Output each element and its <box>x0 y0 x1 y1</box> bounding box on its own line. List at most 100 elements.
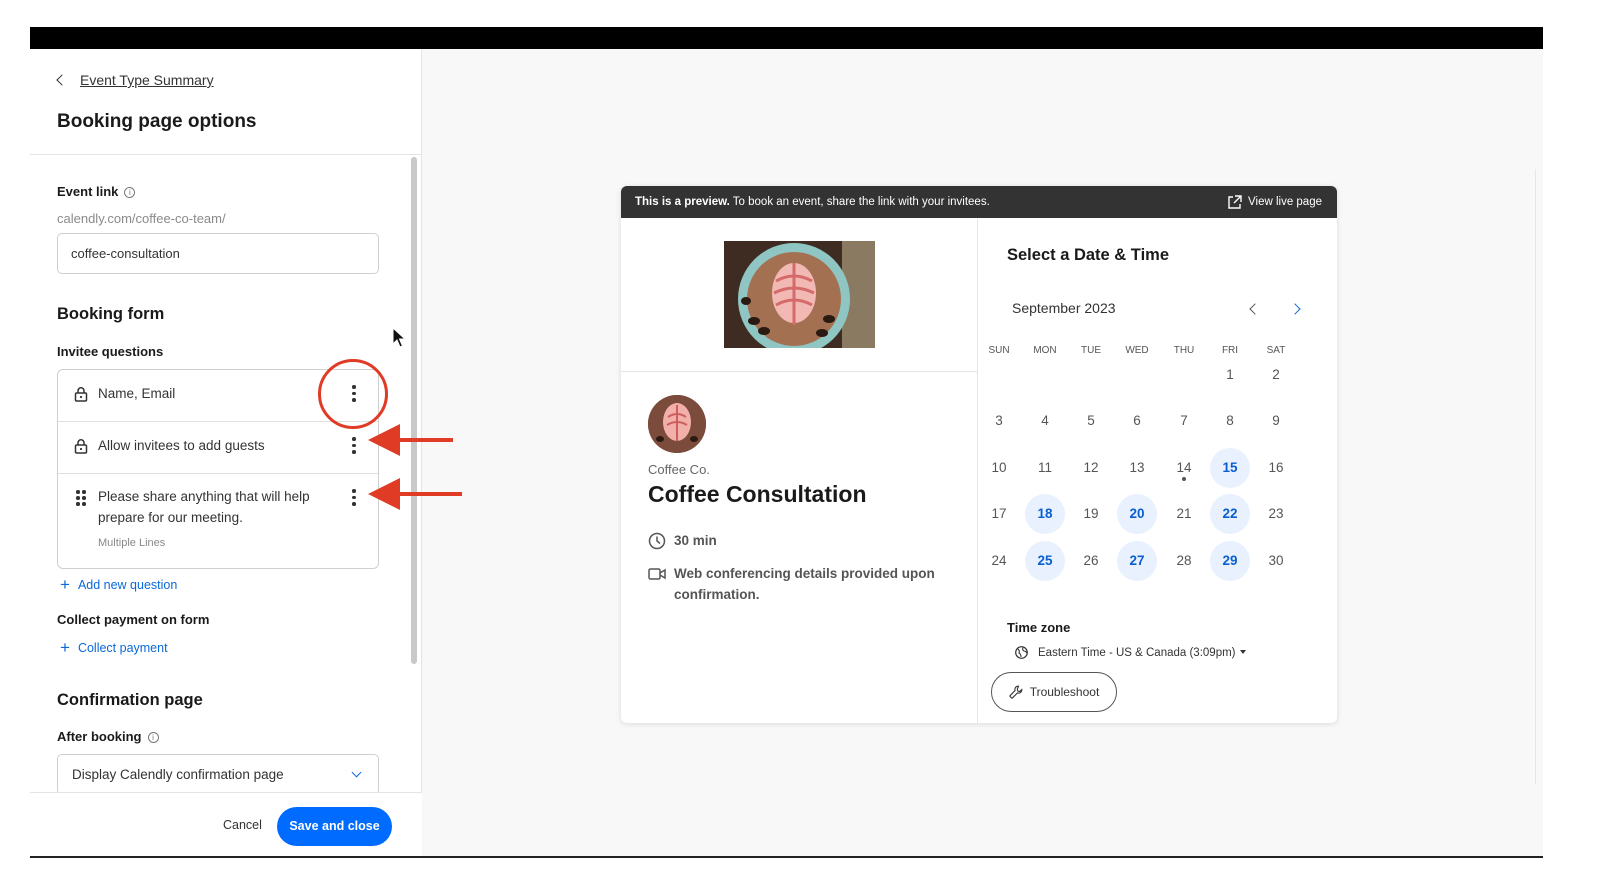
calendar-day: 5 <box>1087 413 1095 428</box>
add-question-button[interactable]: + Add new question <box>60 575 177 594</box>
info-icon[interactable]: i <box>124 187 136 199</box>
calendar-day-available[interactable]: 18 <box>1025 494 1065 534</box>
calendar-day: 13 <box>1129 460 1145 475</box>
calendar-day: 2 <box>1272 367 1280 382</box>
event-title: Coffee Consultation <box>648 481 867 507</box>
event-location: Web conferencing details provided upon c… <box>648 563 948 605</box>
calendar-day: 10 <box>991 460 1007 475</box>
panel-header: Event Type Summary Booking page options <box>30 49 422 155</box>
calendar-day: 14 <box>1164 448 1204 488</box>
lock-icon <box>74 387 88 402</box>
avatar <box>648 395 706 453</box>
timezone-label: Time zone <box>1007 620 1071 635</box>
back-link-label[interactable]: Event Type Summary <box>80 72 214 88</box>
timezone-select[interactable]: Eastern Time - US & Canada (3:09pm) <box>1015 646 1246 659</box>
date-time-picker: Select a Date & Time September 2023 SUN M… <box>979 218 1337 723</box>
clock-icon <box>648 532 666 550</box>
bottom-border <box>30 856 1543 858</box>
question-text: Allow invitees to add guests <box>98 438 265 453</box>
current-month: September 2023 <box>1012 300 1116 316</box>
scrollbar[interactable] <box>411 157 417 664</box>
event-duration: 30 min <box>648 530 717 551</box>
preview-banner: This is a preview. To book an event, sha… <box>621 186 1337 218</box>
invitee-questions-label: Invitee questions <box>57 344 164 359</box>
plus-icon: + <box>60 575 70 594</box>
question-text: Name, Email <box>98 386 176 401</box>
mouse-cursor-icon <box>392 327 406 348</box>
calendar-day: 23 <box>1268 506 1284 521</box>
calendar-day: 21 <box>1176 506 1192 521</box>
page-title: Booking page options <box>57 111 257 132</box>
next-month-button[interactable] <box>1289 303 1301 315</box>
info-icon[interactable]: i <box>147 732 159 744</box>
calendar-day-available[interactable]: 27 <box>1117 541 1157 581</box>
previous-month-button[interactable] <box>1249 303 1261 315</box>
calendar-day-available[interactable]: 29 <box>1210 541 1250 581</box>
top-black-bar <box>30 27 1543 49</box>
confirmation-heading: Confirmation page <box>57 691 203 709</box>
divider <box>1535 169 1536 784</box>
video-camera-icon <box>648 568 666 580</box>
external-link-icon <box>1228 194 1242 209</box>
app-window: Event Type Summary Booking page options … <box>30 49 1543 856</box>
weekday-label: WED <box>1125 345 1149 356</box>
calendar-day: 7 <box>1180 413 1188 428</box>
save-and-close-button[interactable]: Save and close <box>277 807 392 846</box>
today-indicator <box>1182 477 1186 481</box>
weekday-label: THU <box>1173 345 1195 356</box>
calendar-day-available[interactable]: 25 <box>1025 541 1065 581</box>
more-options-icon[interactable] <box>351 437 357 457</box>
chevron-down-icon <box>351 767 362 778</box>
after-booking-label: After booking i <box>57 729 159 744</box>
annotation-arrow <box>368 424 453 456</box>
annotation-arrow <box>368 478 462 510</box>
booking-form-heading: Booking form <box>57 305 165 323</box>
calendar-day: 3 <box>995 413 1003 428</box>
caret-down-icon <box>1239 650 1246 655</box>
event-link-label: Event link i <box>57 184 136 199</box>
calendar-day: 16 <box>1268 460 1284 475</box>
calendar-day-available[interactable]: 22 <box>1210 494 1250 534</box>
weekday-label: TUE <box>1081 345 1101 356</box>
troubleshoot-button[interactable]: Troubleshoot <box>991 672 1117 712</box>
company-name: Coffee Co. <box>648 462 710 477</box>
more-options-icon[interactable] <box>351 489 357 509</box>
weekday-label: MON <box>1033 345 1057 356</box>
logo-area <box>621 218 978 372</box>
back-link[interactable]: Event Type Summary <box>56 72 214 88</box>
event-link-input[interactable]: coffee-consultation <box>57 233 379 274</box>
view-live-page-link[interactable]: View live page <box>1227 186 1322 218</box>
question-text: Please share anything that will help pre… <box>98 489 310 525</box>
calendar-day-available[interactable]: 15 <box>1210 448 1250 488</box>
calendar-day: 17 <box>991 506 1007 521</box>
calendar-day-available[interactable]: 20 <box>1117 494 1157 534</box>
calendar-day: 4 <box>1041 413 1049 428</box>
calendar-day: 30 <box>1268 553 1284 568</box>
calendar-day: 9 <box>1272 413 1280 428</box>
calendar-day: 11 <box>1037 460 1052 475</box>
calendar-day: 24 <box>991 553 1007 568</box>
select-date-title: Select a Date & Time <box>1007 246 1170 264</box>
event-details: Coffee Co. Coffee Consultation 30 min We… <box>621 218 978 723</box>
settings-panel: Event Type Summary Booking page options … <box>30 49 462 856</box>
globe-icon <box>1015 646 1028 659</box>
chevron-left-icon <box>56 74 68 86</box>
calendar-day: 19 <box>1083 506 1099 521</box>
calendar-day: 26 <box>1083 553 1099 568</box>
after-booking-select[interactable]: Display Calendly confirmation page <box>57 754 379 795</box>
panel-scroll-area[interactable]: Event link i calendly.com/coffee-co-team/… <box>30 156 422 792</box>
event-link-prefix: calendly.com/coffee-co-team/ <box>57 211 226 226</box>
plus-icon: + <box>60 638 70 657</box>
booking-page-preview: This is a preview. To book an event, sha… <box>621 186 1337 723</box>
screenshot-frame: Event Type Summary Booking page options … <box>0 0 1610 881</box>
drag-handle-icon[interactable] <box>76 490 88 506</box>
collect-payment-button[interactable]: + Collect payment <box>60 638 168 657</box>
question-row[interactable]: Please share anything that will help pre… <box>58 474 378 568</box>
lock-icon <box>74 439 88 454</box>
annotation-circle <box>318 359 388 429</box>
cancel-button[interactable]: Cancel <box>223 818 262 832</box>
collect-payment-label: Collect payment on form <box>57 612 210 627</box>
question-row[interactable]: Allow invitees to add guests <box>58 422 378 474</box>
calendar-day: 12 <box>1083 460 1099 475</box>
calendar-day: 6 <box>1133 413 1141 428</box>
